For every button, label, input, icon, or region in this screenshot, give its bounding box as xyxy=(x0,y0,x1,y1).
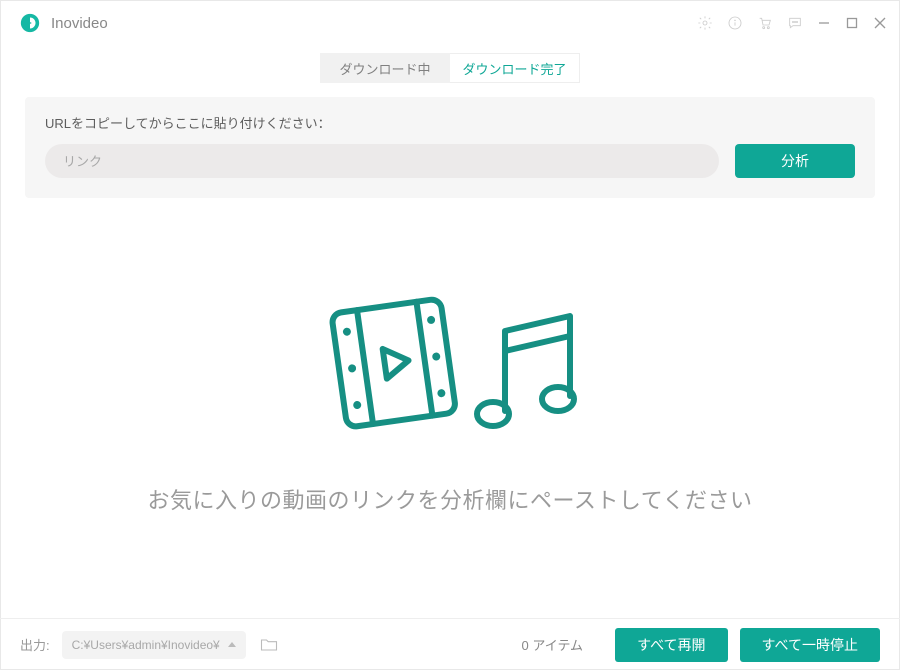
app-logo-icon xyxy=(19,12,41,34)
minimize-button[interactable] xyxy=(817,16,831,30)
pause-all-button[interactable]: すべて一時停止 xyxy=(740,628,880,662)
item-count: 0 アイテム xyxy=(522,635,584,654)
output-path-selector[interactable]: C:¥Users¥admin¥Inovideo¥ xyxy=(62,631,246,659)
empty-illustration-icon xyxy=(310,288,590,443)
url-panel: URLをコピーしてからここに貼り付けください： 分析 xyxy=(25,97,875,198)
app-title: Inovideo xyxy=(51,15,108,32)
url-input[interactable] xyxy=(45,144,719,178)
chat-icon[interactable] xyxy=(787,15,803,31)
output-path-text: C:¥Users¥admin¥Inovideo¥ xyxy=(72,638,220,652)
close-button[interactable] xyxy=(873,16,887,30)
tab-downloading[interactable]: ダウンロード中 xyxy=(320,53,450,83)
titlebar: Inovideo xyxy=(1,1,899,45)
tabs: ダウンロード中 ダウンロード完了 xyxy=(1,45,899,97)
resume-all-button[interactable]: すべて再開 xyxy=(615,628,727,662)
output-label: 出力: xyxy=(20,635,50,654)
cart-icon[interactable] xyxy=(757,15,773,31)
settings-icon[interactable] xyxy=(697,15,713,31)
url-instruction-label: URLをコピーしてからここに貼り付けください： xyxy=(45,113,855,132)
tab-completed[interactable]: ダウンロード完了 xyxy=(450,53,580,83)
caret-up-icon xyxy=(228,642,236,647)
maximize-button[interactable] xyxy=(845,16,859,30)
empty-state: お気に入りの動画のリンクを分析欄にペーストしてください xyxy=(1,198,899,515)
open-folder-button[interactable] xyxy=(258,634,280,656)
empty-message: お気に入りの動画のリンクを分析欄にペーストしてください xyxy=(147,483,752,515)
titlebar-actions xyxy=(697,15,887,31)
analyze-button[interactable]: 分析 xyxy=(735,144,855,178)
footer: 出力: C:¥Users¥admin¥Inovideo¥ 0 アイテム すべて再… xyxy=(0,618,900,670)
info-icon[interactable] xyxy=(727,15,743,31)
